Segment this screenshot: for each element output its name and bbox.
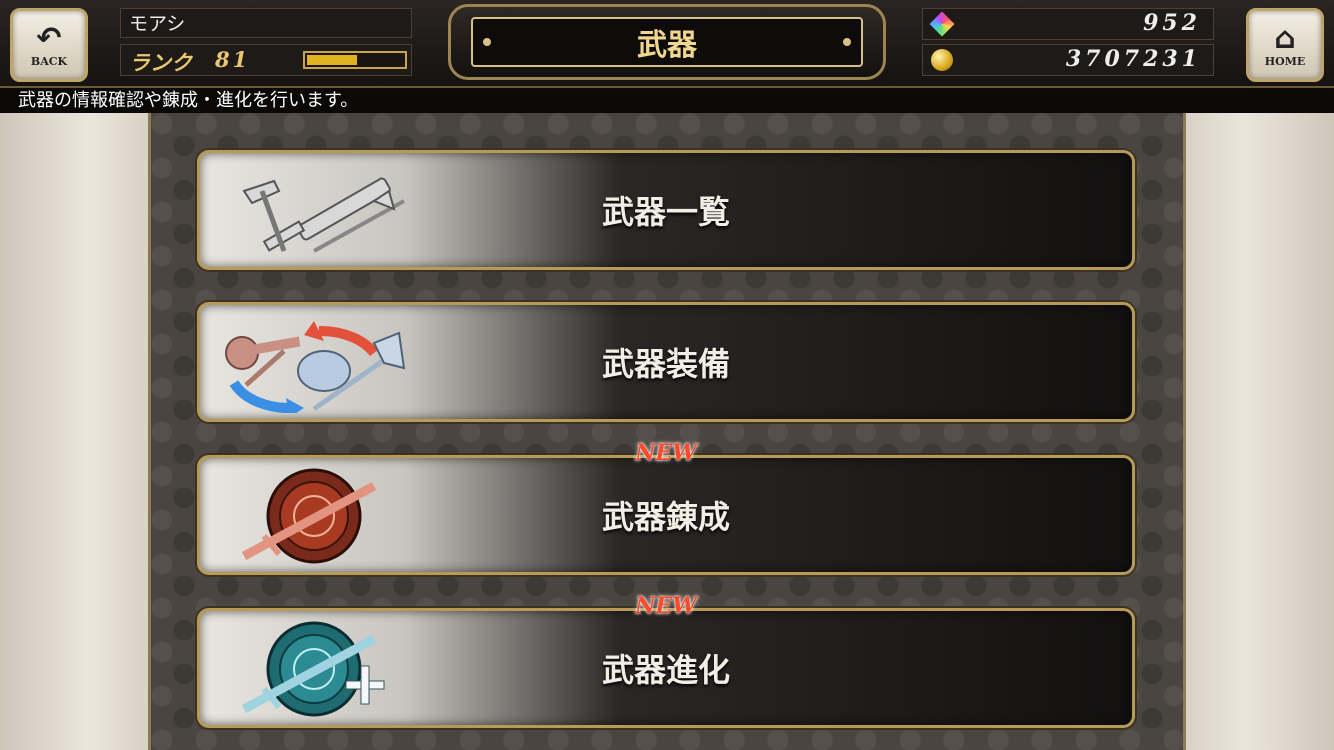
menu-label: 武器進化	[601, 651, 730, 689]
rank-value: 81	[215, 47, 251, 72]
title-frame: 武器	[471, 17, 863, 67]
rank-label: ランク	[129, 50, 192, 75]
page-title: 武器	[637, 28, 697, 63]
menu-weapon-evolve[interactable]: NEW 武器進化	[197, 593, 1135, 728]
home-label: HOME	[1264, 54, 1306, 68]
gem-counter: 952	[922, 8, 1214, 40]
top-header: ↶ BACK モアシ ランク 81 武器 952 3707231 ⌂ HOME	[0, 0, 1334, 88]
menu-label: 武器装備	[601, 345, 730, 383]
left-wall	[0, 113, 150, 750]
rainbow-crystal-icon	[929, 11, 955, 37]
right-wall	[1184, 113, 1334, 750]
title-ornament-dot	[843, 38, 851, 46]
back-arrow-icon: ↶	[36, 20, 62, 56]
menu-label: 武器一覧	[601, 193, 730, 231]
info-bar: 武器の情報確認や錬成・進化を行います。	[0, 88, 1334, 113]
back-label: BACK	[30, 54, 68, 68]
house-icon: ⌂	[1274, 20, 1296, 56]
gil-value: 3707231	[1065, 46, 1201, 72]
title-plate: 武器	[448, 4, 886, 80]
rank-progress-bar	[303, 51, 407, 69]
menu-weapon-list[interactable]: 武器一覧	[197, 150, 1135, 270]
home-button[interactable]: ⌂ HOME	[1246, 8, 1324, 82]
back-button[interactable]: ↶ BACK	[10, 8, 88, 82]
gold-coin-icon	[931, 49, 953, 71]
gem-value: 952	[1143, 10, 1201, 36]
gil-counter: 3707231	[922, 44, 1214, 76]
menu-label: 武器錬成	[601, 498, 730, 536]
rank-progress-fill	[307, 55, 357, 65]
menu-weapon-equip[interactable]: 武器装備	[197, 302, 1135, 422]
rank-box: ランク 81	[120, 44, 412, 76]
menu-weapon-refine[interactable]: NEW 武器錬成	[197, 440, 1135, 575]
title-ornament-dot	[483, 38, 491, 46]
player-name: モアシ	[120, 8, 412, 38]
